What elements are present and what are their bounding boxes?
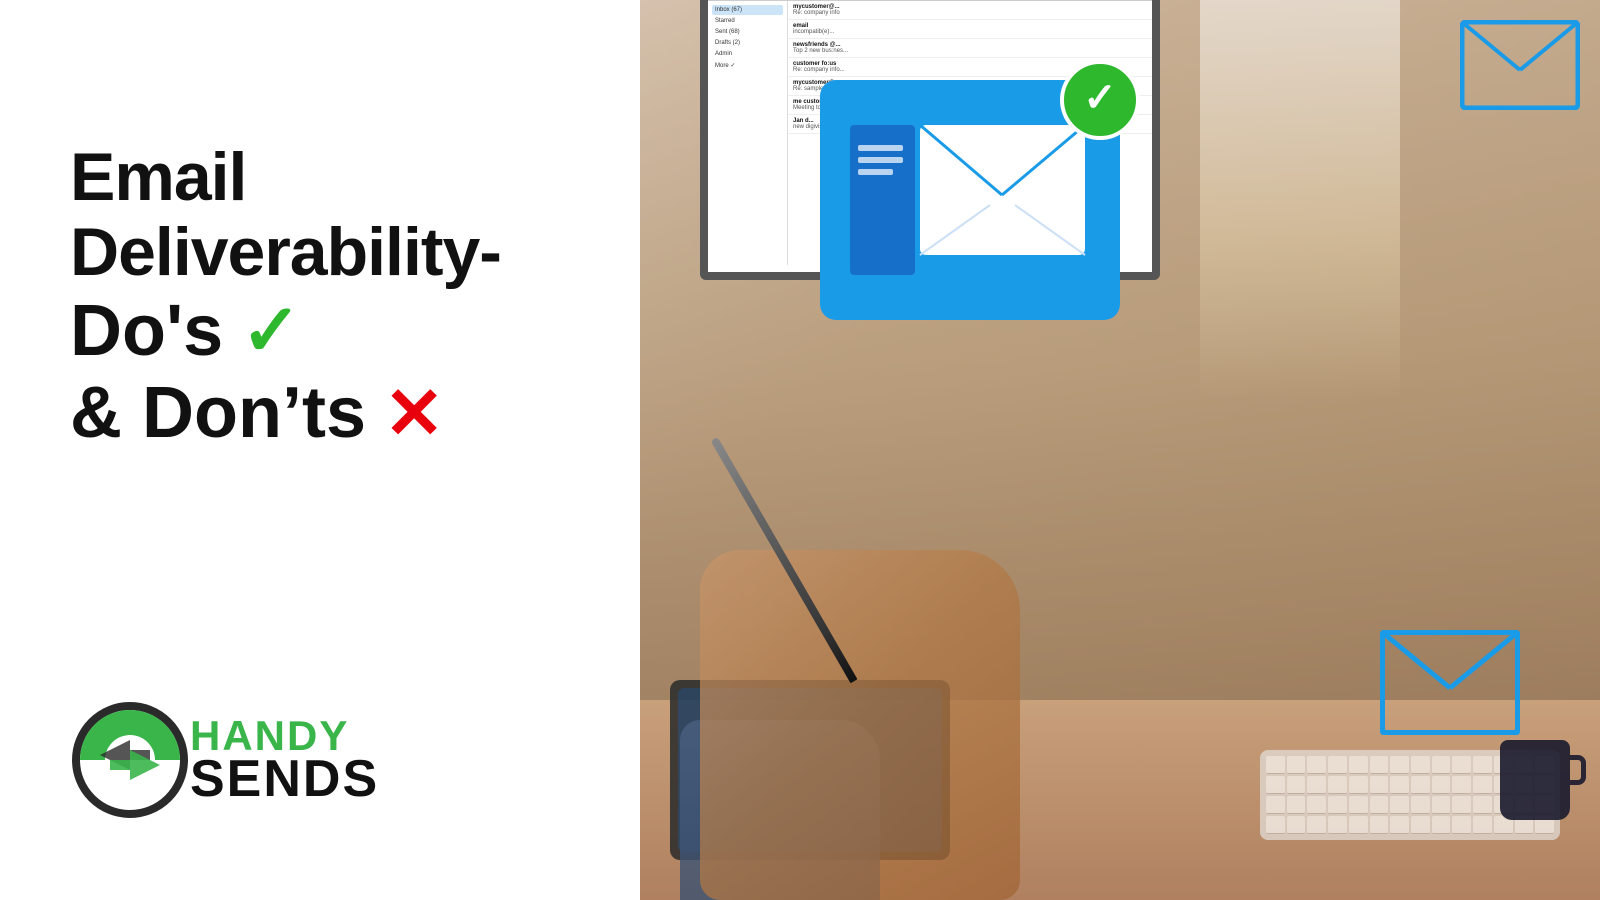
email-icon-big: ✓ (820, 80, 1140, 340)
sidebar-drafts[interactable]: Drafts (2) (712, 38, 783, 48)
key (1370, 796, 1389, 814)
key (1452, 776, 1471, 794)
key (1370, 776, 1389, 794)
small-envelope-br-svg (1380, 630, 1520, 735)
window-light (1200, 0, 1400, 400)
key (1287, 776, 1306, 794)
key (1390, 796, 1409, 814)
key (1473, 776, 1492, 794)
email-item-3[interactable]: newsfriends @... Top 2 new bus:nes... (788, 39, 1152, 58)
key (1390, 776, 1409, 794)
key (1328, 776, 1347, 794)
key (1370, 756, 1389, 774)
key (1432, 756, 1451, 774)
key (1266, 776, 1285, 794)
key (1432, 816, 1451, 834)
logo-container: HANDY SENDS (70, 700, 580, 820)
key (1349, 816, 1368, 834)
coffee-mug (1500, 740, 1570, 820)
sidebar-sent[interactable]: Sent (68) (712, 27, 783, 37)
hand-arm (700, 550, 1020, 900)
logo-icon (70, 700, 190, 820)
envelope-icon (850, 105, 1090, 295)
key (1452, 756, 1471, 774)
left-panel: Email Deliverability- Do's ✓ & Don’ts ✕ (0, 0, 640, 900)
key (1473, 796, 1492, 814)
key (1287, 816, 1306, 834)
key (1411, 756, 1430, 774)
key (1287, 756, 1306, 774)
email-sidebar: Inbox (67) Starred Sent (68) Drafts (2) … (708, 1, 788, 265)
sidebar-admin[interactable]: Admin (712, 49, 783, 59)
headline: Email Deliverability- Do's ✓ & Don’ts ✕ (70, 140, 580, 455)
key (1432, 776, 1451, 794)
key (1328, 796, 1347, 814)
key (1307, 756, 1326, 774)
email-icon-background: ✓ (820, 80, 1120, 320)
key (1349, 796, 1368, 814)
key (1307, 796, 1326, 814)
sidebar-inbox[interactable]: Inbox (67) (712, 5, 783, 15)
key (1452, 796, 1471, 814)
key (1370, 816, 1389, 834)
key (1266, 796, 1285, 814)
sidebar-starred[interactable]: Starred (712, 16, 783, 26)
checkmark: ✓ (1083, 78, 1117, 118)
logo-sends: SENDS (190, 753, 379, 805)
small-envelope-bottom-right (1380, 630, 1520, 740)
small-envelope-tr-svg (1460, 20, 1580, 110)
logo-text-group: HANDY SENDS (190, 715, 379, 805)
sidebar-more[interactable]: More ✓ (712, 60, 783, 71)
key (1390, 816, 1409, 834)
small-envelope-top-right (1460, 20, 1580, 115)
mug-handle (1566, 755, 1586, 785)
green-check-circle: ✓ (1060, 60, 1140, 140)
key (1473, 816, 1492, 834)
key (1452, 816, 1471, 834)
key (1328, 816, 1347, 834)
key (1390, 756, 1409, 774)
logo-svg (70, 700, 190, 820)
key (1349, 756, 1368, 774)
key (1411, 816, 1430, 834)
headline-dos-text: Do's (70, 290, 223, 373)
key (1328, 756, 1347, 774)
key (1411, 776, 1430, 794)
email-item-2[interactable]: email incompatib(e)... (788, 20, 1152, 39)
key (1266, 756, 1285, 774)
key (1411, 796, 1430, 814)
key (1473, 756, 1492, 774)
email-item-1[interactable]: mycustomer@... Re: company info (788, 1, 1152, 20)
headline-line1: Email Deliverability- (70, 140, 580, 290)
headline-donts-text: & Don’ts (70, 372, 366, 455)
key (1287, 796, 1306, 814)
headline-line3: & Don’ts ✕ (70, 372, 580, 455)
headline-line2: Do's ✓ (70, 290, 580, 373)
x-icon: ✕ (384, 378, 444, 450)
check-icon: ✓ (241, 295, 301, 367)
key (1432, 796, 1451, 814)
right-panel: All ▾ Filter ▾ Compose Inbox (67) Starre… (640, 0, 1600, 900)
key (1349, 776, 1368, 794)
key (1307, 816, 1326, 834)
key (1307, 776, 1326, 794)
key (1266, 816, 1285, 834)
